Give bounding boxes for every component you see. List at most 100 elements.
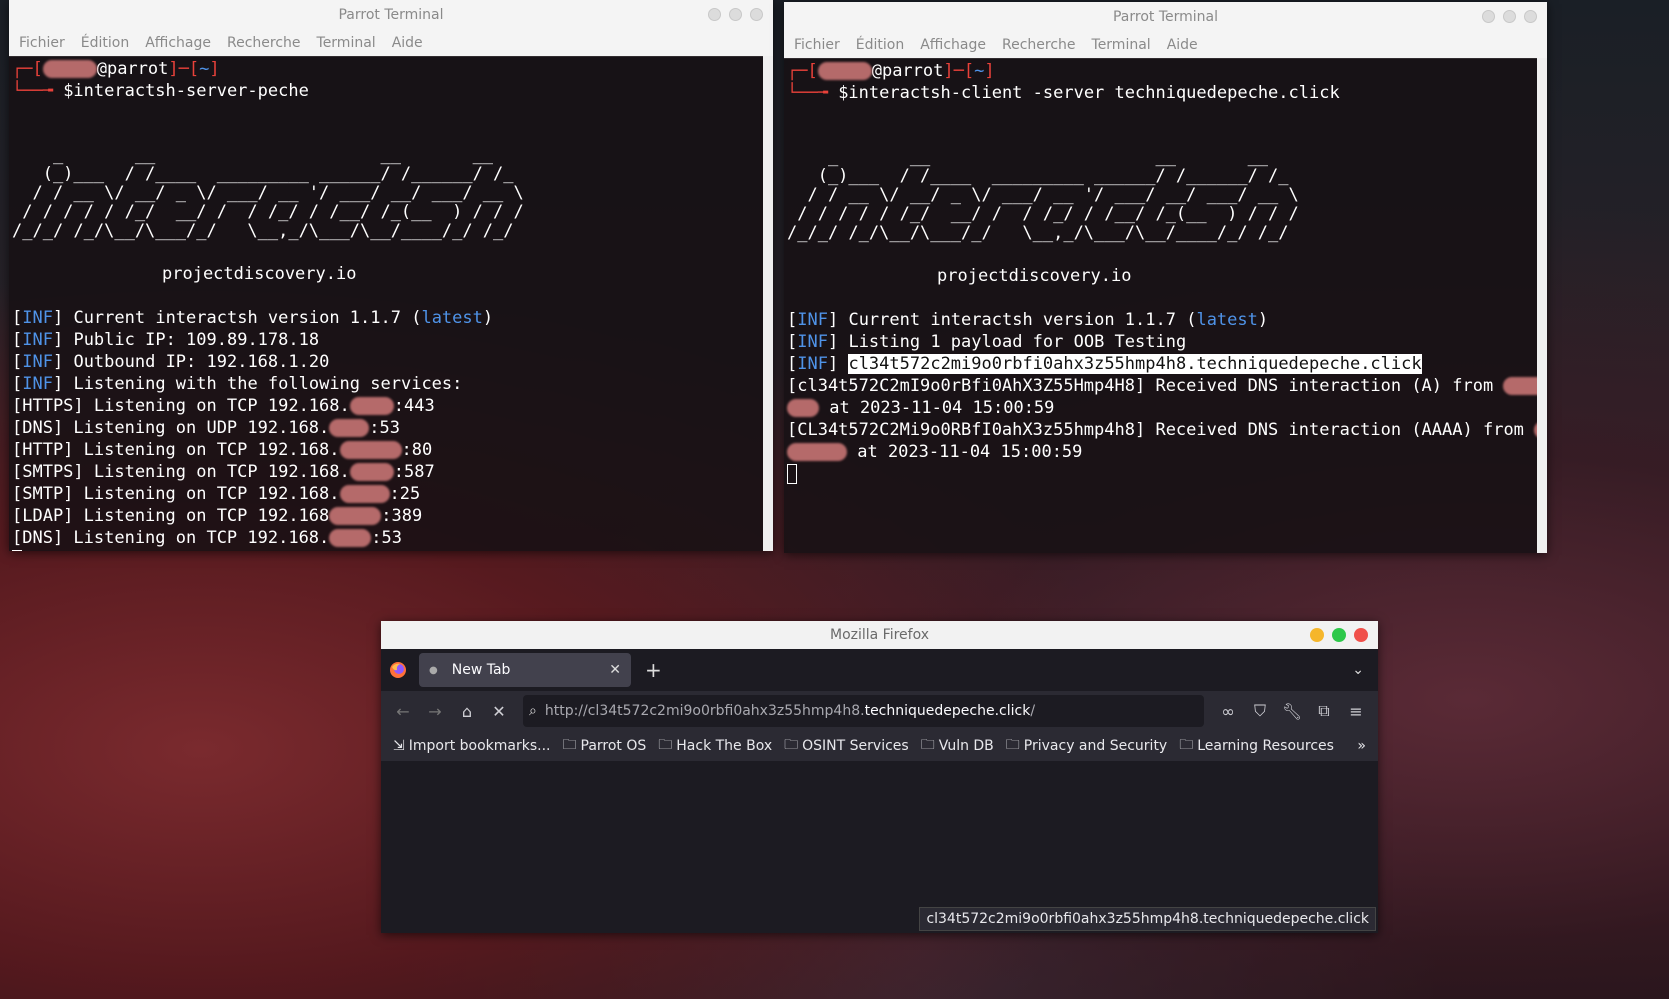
window-title: Parrot Terminal [1112, 9, 1219, 25]
extensions-puzzle-icon[interactable]: ⧉ [1308, 695, 1340, 727]
menu-terminal[interactable]: Terminal [317, 35, 376, 51]
bookmark-folder[interactable]: 🗀︎ Hack The Box [658, 734, 772, 758]
brand-line: projectdiscovery.io [937, 266, 1132, 286]
payload-url[interactable]: cl34t572c2mi9o0rbfi0ahx3z55hmp4h8.techni… [848, 354, 1422, 374]
bookmark-folder[interactable]: 🗀︎ Vuln DB [921, 734, 994, 758]
menu-fichier[interactable]: Fichier [19, 35, 65, 51]
menu-recherche[interactable]: Recherche [1002, 37, 1076, 53]
maximize-button[interactable] [729, 8, 742, 21]
firefox-titlebar[interactable]: Mozilla Firefox [381, 621, 1378, 649]
log-line: [INF] Current interactsh version 1.1.7 (… [787, 310, 1269, 330]
redacted-ip [329, 507, 382, 525]
ublock-shield-icon[interactable]: ⛉ [1244, 695, 1276, 727]
log-line: [INF] Public IP: 109.89.178.18 [12, 330, 320, 350]
window-title: Parrot Terminal [338, 7, 444, 23]
prompt-host: @parrot [871, 61, 944, 81]
log-line: [INF] Listing 1 payload for OOB Testing [787, 332, 1187, 352]
minimize-button[interactable] [708, 8, 721, 21]
folder-icon: 🗀︎ [562, 737, 577, 753]
service-line: [DNS] Listening on UDP 192.168.:53 [12, 418, 400, 438]
wrench-icon[interactable]: 🔧︎ [1276, 695, 1308, 727]
nav-toolbar: ← → ⌂ ✕ ⌕ http://cl34t572c2mi9o0rbfi0ahx… [381, 691, 1378, 731]
payload-line: [INF] cl34t572c2mi9o0rbfi0ahx3z55hmp4h8.… [787, 354, 1422, 374]
bookmark-import[interactable]: ⇲ Import bookmarks... [393, 738, 551, 754]
tab-new-tab[interactable]: ● New Tab ✕ [419, 653, 631, 687]
import-icon: ⇲ [393, 738, 405, 754]
maximize-button[interactable] [1332, 628, 1346, 642]
menu-aide[interactable]: Aide [392, 35, 423, 51]
menu-edition[interactable]: Édition [81, 35, 129, 51]
terminal-output[interactable]: ┌─[@parrot]─[~] └──╼ $interactsh-server-… [9, 56, 773, 551]
service-line: [SMTPS] Listening on TCP 192.168.:587 [12, 462, 435, 482]
home-icon[interactable]: ⌂ [451, 695, 483, 727]
prompt-line: ┌─[@parrot]─[~] [12, 59, 220, 79]
tab-label: New Tab [451, 662, 511, 678]
interaction-line: [CL34t572C2Mi9o0RBfI0ahX3z55hmp4h8] Rece… [787, 419, 1547, 441]
terminal-window-left[interactable]: Parrot Terminal Fichier Édition Affichag… [9, 0, 773, 551]
interaction-line: at 2023-11-04 15:00:59 [787, 397, 1547, 419]
link-status-tooltip: cl34t572c2mi9o0rbfi0ahx3z55hmp4h8.techni… [919, 907, 1376, 931]
cursor-line [787, 463, 1547, 485]
redacted-ip [787, 399, 819, 417]
bookmark-folder[interactable]: 🗀︎ Parrot OS [563, 734, 647, 758]
firefox-window[interactable]: Mozilla Firefox ● New Tab ✕ + ⌄ ← → ⌂ ✕ … [381, 621, 1378, 933]
bookmark-folder[interactable]: 🗀︎ Learning Resources [1179, 734, 1334, 758]
bookmark-folder[interactable]: 🗀︎ Privacy and Security [1006, 734, 1167, 758]
menu-affichage[interactable]: Affichage [145, 35, 211, 51]
tab-list-chevron-icon[interactable]: ⌄ [1352, 662, 1364, 678]
log-line: [INF] Outbound IP: 192.168.1.20 [12, 352, 330, 372]
hamburger-menu-icon[interactable]: ≡ [1340, 695, 1372, 727]
redacted-ip [787, 443, 847, 461]
url-domain: techniquedepeche.click [864, 703, 1031, 719]
redacted-ip [349, 397, 394, 415]
bookmark-folder[interactable]: 🗀︎ OSINT Services [784, 734, 909, 758]
minimize-button[interactable] [1482, 10, 1495, 23]
menu-affichage[interactable]: Affichage [920, 37, 986, 53]
terminal-menubar: Fichier Édition Affichage Recherche Term… [784, 32, 1547, 59]
folder-icon: 🗀︎ [784, 737, 799, 753]
command-text: $interactsh-server-peche [63, 81, 309, 101]
terminal-titlebar[interactable]: Parrot Terminal [784, 2, 1547, 32]
forward-arrow-icon[interactable]: → [419, 695, 451, 727]
new-tab-plus-icon[interactable]: + [645, 658, 662, 682]
close-button[interactable] [750, 8, 763, 21]
scrollbar[interactable] [763, 56, 773, 551]
interaction-line: [cl34t572C2mI9o0rBfi0AhX3Z55Hmp4H8] Rece… [787, 375, 1547, 397]
scrollbar[interactable] [1537, 58, 1547, 553]
terminal-output[interactable]: ┌─[@parrot]─[~] └──╼ $interactsh-client … [784, 58, 1547, 553]
folder-icon: 🗀︎ [658, 737, 673, 753]
service-line: [SMTP] Listening on TCP 192.168.:25 [12, 484, 421, 504]
redacted-username [817, 62, 872, 80]
text-cursor [787, 464, 797, 484]
prompt-host: @parrot [96, 59, 169, 79]
menu-terminal[interactable]: Terminal [1092, 37, 1151, 53]
close-button[interactable] [1524, 10, 1537, 23]
stop-loading-icon[interactable]: ✕ [483, 695, 515, 727]
url-prefix: http://cl34t572c2mi9o0rbfi0ahx3z55hmp4h8… [544, 703, 865, 719]
extension-glasses-icon[interactable]: ∞ [1212, 695, 1244, 727]
bookmarks-overflow-icon[interactable]: » [1357, 738, 1366, 754]
menu-fichier[interactable]: Fichier [794, 37, 840, 53]
redacted-ip [339, 485, 390, 503]
service-line: [LDAP] Listening on TCP 192.168:389 [12, 506, 423, 526]
close-button[interactable] [1354, 628, 1368, 642]
bookmarks-toolbar: ⇲ Import bookmarks... 🗀︎ Parrot OS 🗀︎ Hack … [381, 731, 1378, 762]
minimize-button[interactable] [1310, 628, 1324, 642]
redacted-ip [349, 463, 394, 481]
terminal-titlebar[interactable]: Parrot Terminal [9, 0, 773, 30]
search-icon: ⌕ [529, 703, 537, 719]
page-content[interactable]: cl34t572c2mi9o0rbfi0ahx3z55hmp4h8.techni… [381, 761, 1378, 933]
menu-recherche[interactable]: Recherche [227, 35, 301, 51]
back-arrow-icon[interactable]: ← [387, 695, 419, 727]
folder-icon: 🗀︎ [1179, 737, 1194, 753]
menu-aide[interactable]: Aide [1167, 37, 1198, 53]
window-title: Mozilla Firefox [829, 627, 930, 643]
maximize-button[interactable] [1503, 10, 1516, 23]
url-bar[interactable]: ⌕ http://cl34t572c2mi9o0rbfi0ahx3z55hmp4… [523, 695, 1204, 727]
firefox-menu-icon[interactable] [381, 653, 415, 687]
command-line: └──╼ $interactsh-client -server techniqu… [787, 83, 1340, 103]
terminal-window-right[interactable]: Parrot Terminal Fichier Édition Affichag… [784, 2, 1547, 553]
tab-close-icon[interactable]: ✕ [609, 662, 621, 678]
prompt-line: ┌─[@parrot]─[~] [787, 61, 995, 81]
menu-edition[interactable]: Édition [856, 37, 904, 53]
